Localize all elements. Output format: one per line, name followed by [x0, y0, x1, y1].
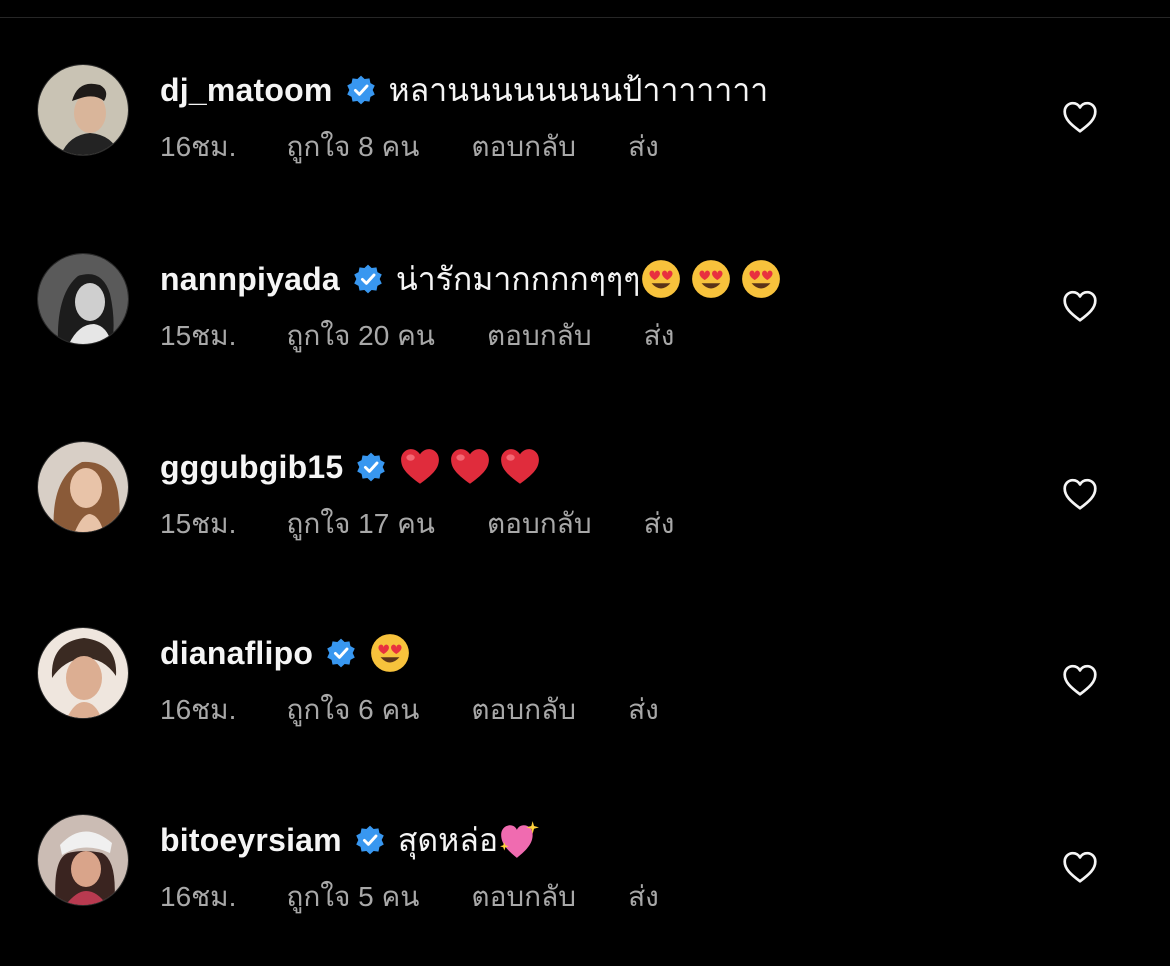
comment-time: 15ชม.	[160, 320, 237, 351]
verified-badge-icon	[327, 638, 355, 668]
comment-time: 16ชม.	[160, 881, 237, 912]
avatar[interactable]	[37, 253, 129, 345]
sparkling-heart-emoji-icon	[500, 821, 540, 858]
send-button[interactable]: ส่ง	[628, 875, 659, 919]
send-button[interactable]: ส่ง	[628, 688, 659, 732]
avatar[interactable]	[37, 814, 129, 906]
heart-eyes-emoji-icon	[642, 260, 681, 298]
heart-outline-icon[interactable]	[1062, 477, 1098, 511]
reply-button[interactable]: ตอบกลับ	[487, 314, 592, 358]
send-button[interactable]: ส่ง	[628, 125, 659, 169]
comment-time: 15ชม.	[160, 508, 237, 539]
reply-button[interactable]: ตอบกลับ	[471, 875, 576, 919]
likes-count-link[interactable]: ถูกใจ 17 คน	[286, 502, 435, 546]
comment-item: dianaflipo 16ชม. ถูกใจ 6 คน ตอบกลับ ส่ง	[0, 627, 1170, 757]
heart-outline-icon[interactable]	[1062, 850, 1098, 884]
reply-button[interactable]: ตอบกลับ	[471, 688, 576, 732]
likes-count-link[interactable]: ถูกใจ 5 คน	[286, 875, 419, 919]
avatar[interactable]	[37, 627, 129, 719]
verified-badge-icon	[354, 264, 382, 294]
comment-time: 16ชม.	[160, 131, 237, 162]
heart-eyes-emoji-icon	[742, 260, 781, 298]
send-button[interactable]: ส่ง	[644, 314, 675, 358]
comment-text: น่ารักมากกกกๆๆๆ	[395, 260, 641, 297]
send-button[interactable]: ส่ง	[644, 502, 675, 546]
username[interactable]: dianaflipo	[160, 635, 313, 672]
avatar[interactable]	[37, 441, 129, 533]
heart-outline-icon[interactable]	[1062, 289, 1098, 323]
red-heart-emoji-icon	[501, 449, 540, 484]
avatar[interactable]	[37, 64, 129, 156]
comment-item: gggubgib15 15ชม. ถูกใจ 17 คน ตอบกลับ ส่ง	[0, 441, 1170, 571]
verified-badge-icon	[346, 75, 375, 105]
comment-item: bitoeyrsiam สุดหล่อ 16ชม. ถูกใจ 5 คน ตอบ…	[0, 814, 1170, 944]
likes-count-link[interactable]: ถูกใจ 20 คน	[286, 314, 435, 358]
verified-badge-icon	[356, 825, 384, 855]
reply-button[interactable]: ตอบกลับ	[487, 502, 592, 546]
red-heart-emoji-icon	[401, 449, 440, 484]
heart-outline-icon[interactable]	[1062, 100, 1098, 134]
comment-time: 16ชม.	[160, 694, 237, 725]
comment-item: nannpiyada น่ารักมากกกกๆๆๆ 15ชม. ถูกใจ 2…	[0, 253, 1170, 383]
username[interactable]: nannpiyada	[160, 261, 340, 298]
likes-count-link[interactable]: ถูกใจ 8 คน	[286, 125, 419, 169]
top-divider	[0, 17, 1170, 18]
username[interactable]: dj_matoom	[160, 72, 333, 109]
heart-outline-icon[interactable]	[1062, 663, 1098, 697]
comment-item: dj_matoom หลานนนนนนนนป้าาาาาาา 16ชม. ถูก…	[0, 64, 1170, 194]
username[interactable]: bitoeyrsiam	[160, 822, 342, 859]
comment-text: หลานนนนนนนนป้าาาาาาา	[388, 71, 769, 108]
likes-count-link[interactable]: ถูกใจ 6 คน	[286, 688, 419, 732]
red-heart-emoji-icon	[451, 449, 490, 484]
comment-text: สุดหล่อ	[397, 821, 499, 858]
heart-eyes-emoji-icon	[692, 260, 731, 298]
heart-eyes-emoji-icon	[371, 634, 410, 672]
username[interactable]: gggubgib15	[160, 449, 343, 486]
verified-badge-icon	[357, 452, 386, 482]
reply-button[interactable]: ตอบกลับ	[471, 125, 576, 169]
